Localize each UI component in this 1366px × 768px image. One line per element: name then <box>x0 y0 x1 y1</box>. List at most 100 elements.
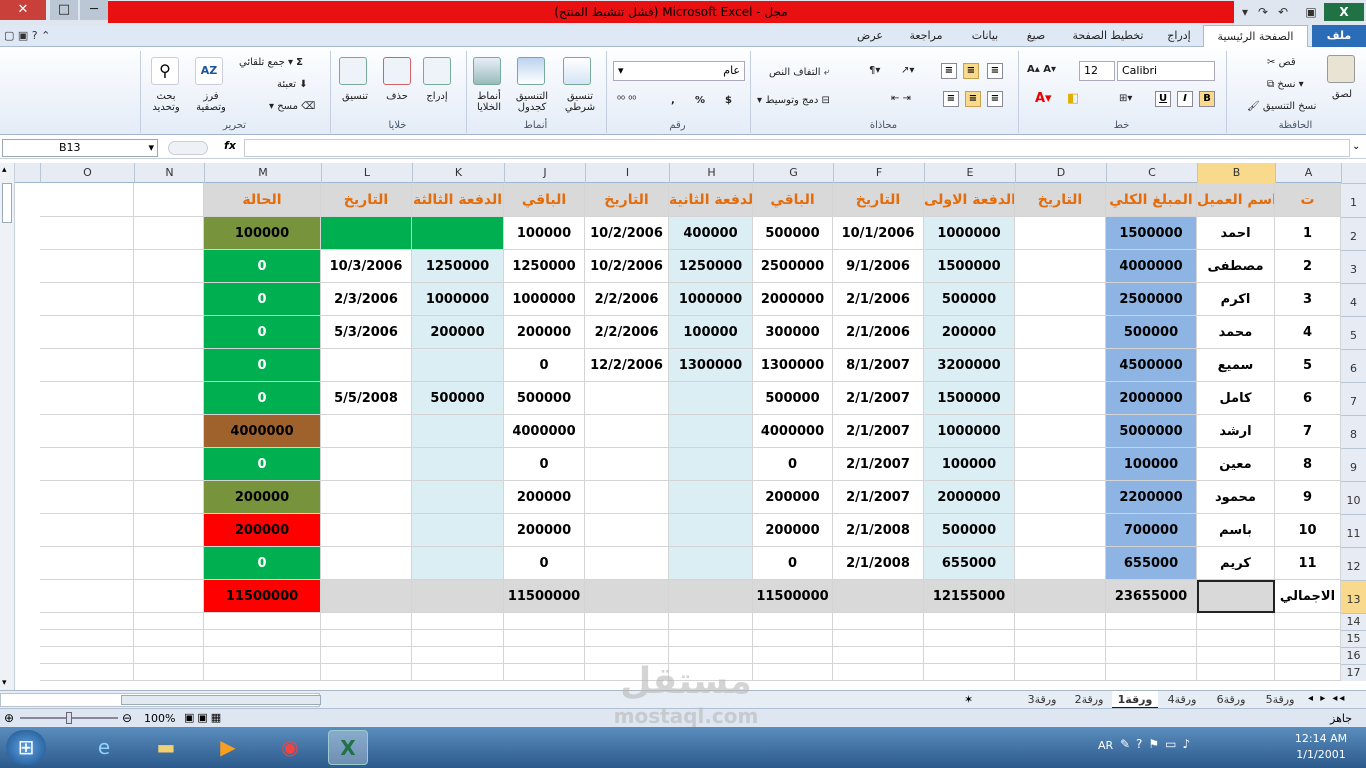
cell-a9[interactable]: 8 <box>1275 448 1341 481</box>
cell-f2[interactable]: 10/1/2006 <box>833 217 924 250</box>
cell-k8[interactable] <box>412 415 504 448</box>
cell-b4[interactable]: اكرم <box>1197 283 1275 316</box>
cell-h9[interactable] <box>669 448 753 481</box>
maximize-icon[interactable]: □ <box>50 0 78 20</box>
indent-icon[interactable]: ⇤ ⇥ <box>891 93 911 104</box>
cell-n2[interactable] <box>134 217 204 250</box>
cell-f10[interactable]: 2/1/2007 <box>833 481 924 514</box>
cell-b12[interactable]: كريم <box>1197 547 1275 580</box>
cell-d3[interactable] <box>1015 250 1106 283</box>
percent-button[interactable]: % <box>695 95 705 106</box>
cell-e7[interactable]: 1500000 <box>924 382 1015 415</box>
cell-b17[interactable] <box>1197 664 1275 681</box>
cell-l9[interactable] <box>321 448 412 481</box>
qat-dropdown-icon[interactable]: ▾ <box>1236 3 1254 21</box>
cell-l12[interactable] <box>321 547 412 580</box>
cell-o10[interactable] <box>40 481 134 514</box>
cell-a4[interactable]: 3 <box>1275 283 1341 316</box>
cell-m5[interactable]: 0 <box>204 316 321 349</box>
cell-a15[interactable] <box>1275 630 1341 647</box>
cell-h13[interactable] <box>669 580 753 613</box>
cell-e3[interactable]: 1500000 <box>924 250 1015 283</box>
cell-a5[interactable]: 4 <box>1275 316 1341 349</box>
conditional-format-button[interactable]: تنسيق شرطي <box>557 91 603 113</box>
language-indicator[interactable]: AR <box>1098 739 1113 752</box>
delete-cells-button[interactable]: حذف <box>379 91 415 102</box>
cell-a16[interactable] <box>1275 647 1341 664</box>
cell-m11[interactable]: 200000 <box>204 514 321 547</box>
cell-l8[interactable] <box>321 415 412 448</box>
cell-o14[interactable] <box>40 613 134 630</box>
cell-f6[interactable]: 8/1/2007 <box>833 349 924 382</box>
cell-c1[interactable]: المبلغ الكلي <box>1106 183 1197 217</box>
cell-c8[interactable]: 5000000 <box>1106 415 1197 448</box>
align-right-icon[interactable]: ≡ <box>987 91 1003 107</box>
cell-n13[interactable] <box>134 580 204 613</box>
cell-m15[interactable] <box>204 630 321 647</box>
comma-button[interactable]: , <box>671 95 675 106</box>
cell-e2[interactable]: 1000000 <box>924 217 1015 250</box>
cell-j16[interactable] <box>504 647 585 664</box>
cell-n10[interactable] <box>134 481 204 514</box>
cell-k5[interactable]: 200000 <box>412 316 504 349</box>
cell-n8[interactable] <box>134 415 204 448</box>
cell-g8[interactable]: 4000000 <box>753 415 833 448</box>
autosum-button[interactable]: جمع تلقائي ▾ Σ <box>239 57 303 68</box>
cell-h2[interactable]: 400000 <box>669 217 753 250</box>
cell-h6[interactable]: 1300000 <box>669 349 753 382</box>
clear-button[interactable]: ▾ مسح ⌫ <box>269 101 315 112</box>
cell-d4[interactable] <box>1015 283 1106 316</box>
cell-j5[interactable]: 200000 <box>504 316 585 349</box>
row-header-13[interactable]: 13 <box>1341 580 1366 613</box>
cell-d14[interactable] <box>1015 613 1106 630</box>
sheet-tab[interactable]: ورقة5 <box>1256 691 1304 709</box>
currency-button[interactable]: $ <box>725 95 732 106</box>
cell-h4[interactable]: 1000000 <box>669 283 753 316</box>
cell-a1[interactable]: ت <box>1275 183 1341 217</box>
cell-i6[interactable]: 12/2/2006 <box>585 349 669 382</box>
cell-f13[interactable] <box>833 580 924 613</box>
chrome-icon[interactable]: ◉ <box>270 730 310 765</box>
cell-c12[interactable]: 655000 <box>1106 547 1197 580</box>
cell-o16[interactable] <box>40 647 134 664</box>
cell-b2[interactable]: احمد <box>1197 217 1275 250</box>
cell-i12[interactable] <box>585 547 669 580</box>
cell-o9[interactable] <box>40 448 134 481</box>
cell-e8[interactable]: 1000000 <box>924 415 1015 448</box>
cell-d9[interactable] <box>1015 448 1106 481</box>
cell-o6[interactable] <box>40 349 134 382</box>
cell-k11[interactable] <box>412 514 504 547</box>
cell-i3[interactable]: 10/2/2006 <box>585 250 669 283</box>
cell-o15[interactable] <box>40 630 134 647</box>
cell-m16[interactable] <box>204 647 321 664</box>
cell-g7[interactable]: 500000 <box>753 382 833 415</box>
cell-j15[interactable] <box>504 630 585 647</box>
cell-m14[interactable] <box>204 613 321 630</box>
cell-j4[interactable]: 1000000 <box>504 283 585 316</box>
cell-l17[interactable] <box>321 664 412 681</box>
cell-a17[interactable] <box>1275 664 1341 681</box>
cell-n16[interactable] <box>134 647 204 664</box>
cell-h11[interactable] <box>669 514 753 547</box>
row-header-17[interactable]: 17 <box>1341 664 1366 681</box>
cell-h12[interactable] <box>669 547 753 580</box>
cell-l15[interactable] <box>321 630 412 647</box>
insert-cells-icon[interactable] <box>423 57 451 85</box>
zoom-slider-thumb[interactable] <box>66 712 72 724</box>
cell-j7[interactable]: 500000 <box>504 382 585 415</box>
find-select-button[interactable]: بحث وتحديد <box>145 91 187 113</box>
worksheet-grid[interactable]: ت اسم العميل المبلغ الكلي التاريخ الدفعة الا… <box>15 163 1341 690</box>
cell-a11[interactable]: 10 <box>1275 514 1341 547</box>
cell-i11[interactable] <box>585 514 669 547</box>
zoom-out-icon[interactable]: ⊖ <box>122 711 132 725</box>
cell-b9[interactable]: معين <box>1197 448 1275 481</box>
borders-icon[interactable]: ⊞▾ <box>1119 93 1132 104</box>
cell-o7[interactable] <box>40 382 134 415</box>
cell-d1[interactable]: التاريخ <box>1015 183 1106 217</box>
cell-i5[interactable]: 2/2/2006 <box>585 316 669 349</box>
cell-k7[interactable]: 500000 <box>412 382 504 415</box>
insert-cells-button[interactable]: إدراج <box>419 91 455 102</box>
cell-j10[interactable]: 200000 <box>504 481 585 514</box>
folder-icon[interactable]: ▬ <box>146 730 186 765</box>
cell-n11[interactable] <box>134 514 204 547</box>
